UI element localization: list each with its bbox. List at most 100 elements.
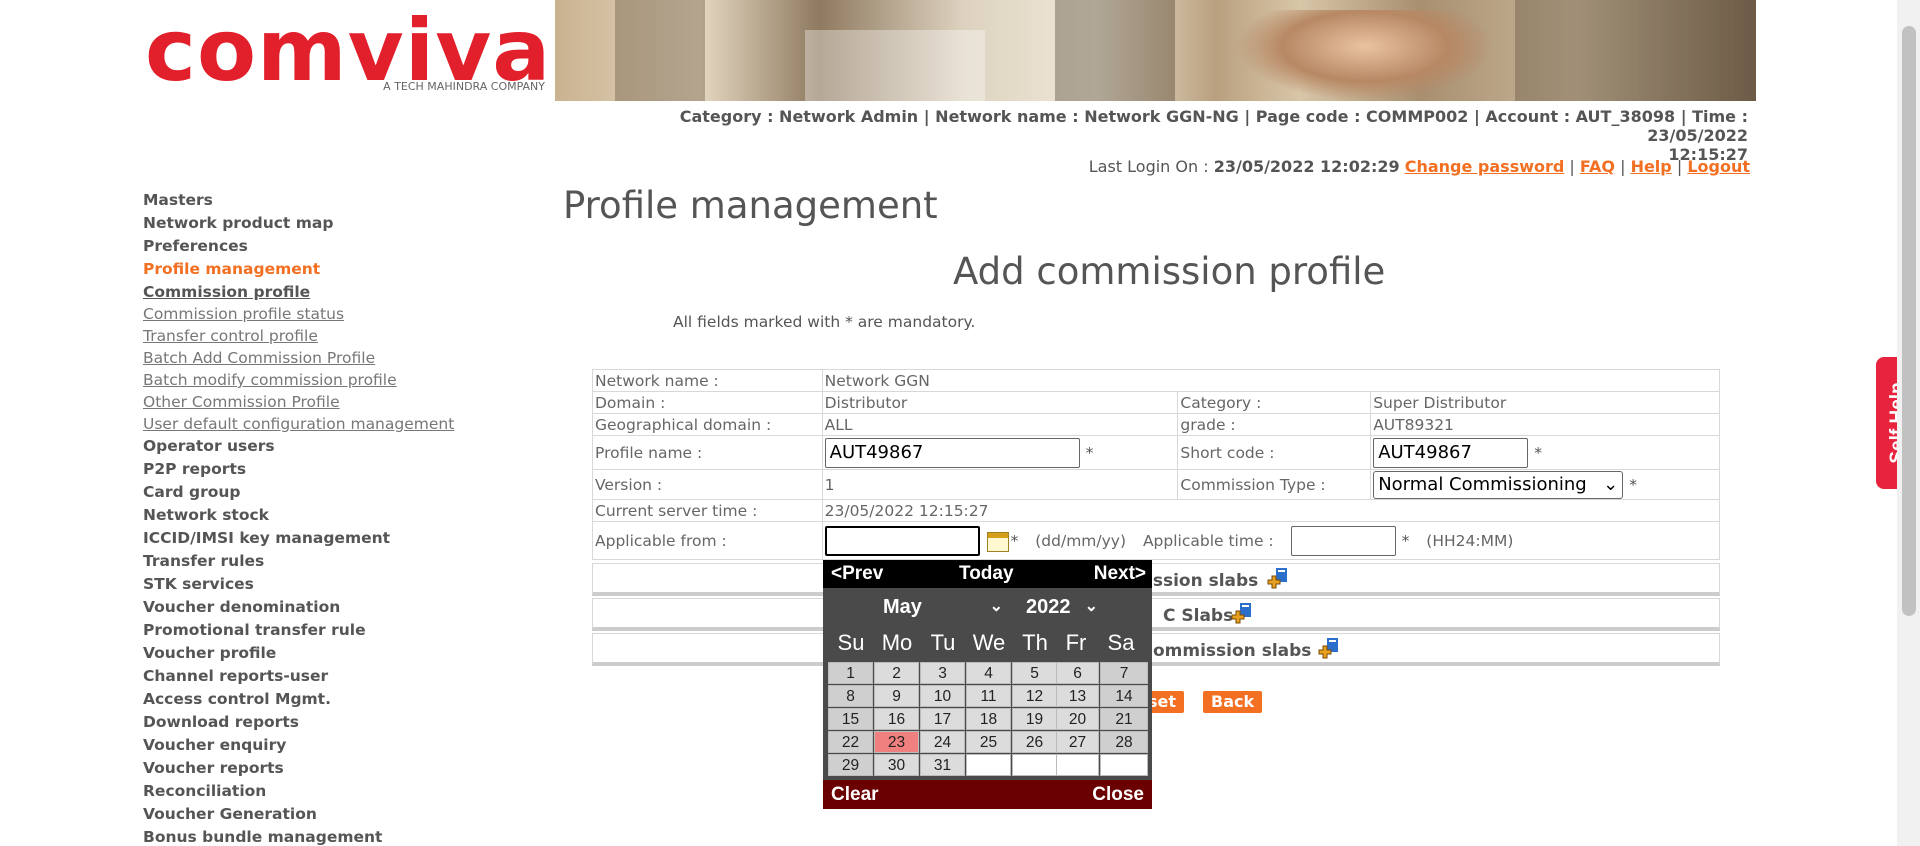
sidebar-subitem-transfer-control-profile[interactable]: Transfer control profile xyxy=(143,325,543,347)
calendar-day[interactable]: 12 xyxy=(1012,685,1057,707)
sidebar-item-transfer-rules[interactable]: Transfer rules xyxy=(143,550,543,573)
calendar-day[interactable]: 15 xyxy=(828,708,873,730)
calendar-day[interactable]: 28 xyxy=(1100,731,1148,753)
calendar-day[interactable]: 4 xyxy=(966,662,1011,684)
page-scrollbar[interactable] xyxy=(1897,0,1920,846)
sidebar-item-profile-management[interactable]: Profile management xyxy=(143,258,543,281)
month-value: May xyxy=(883,596,922,618)
calendar-day[interactable]: 9 xyxy=(874,685,919,707)
sidebar-subitem-user-default-configuration[interactable]: User default configuration management xyxy=(143,413,543,435)
sidebar-item-stk-services[interactable]: STK services xyxy=(143,573,543,596)
form-title: Add commission profile xyxy=(953,250,1386,293)
calendar-clear-button[interactable]: Clear xyxy=(831,784,879,806)
sidebar-item-bonus-bundle-management[interactable]: Bonus bundle management xyxy=(143,826,543,846)
calendar-day[interactable]: 29 xyxy=(828,754,873,776)
calendar-day[interactable]: 16 xyxy=(874,708,919,730)
header-banner-image xyxy=(555,0,1756,101)
sidebar-item-preferences[interactable]: Preferences xyxy=(143,235,543,258)
chevron-down-icon: ⌄ xyxy=(1603,474,1619,495)
calendar-day[interactable]: 30 xyxy=(874,754,919,776)
calendar-icon[interactable] xyxy=(986,531,1009,552)
calendar-day[interactable]: 1 xyxy=(828,662,873,684)
add-slab-icon[interactable] xyxy=(1266,567,1292,593)
sidebar-subitem-batch-modify-commission-profile[interactable]: Batch modify commission profile xyxy=(143,369,543,391)
page-title: Profile management xyxy=(563,184,938,227)
session-info-line1: Category : Network Admin | Network name … xyxy=(679,107,1748,145)
calendar-day[interactable]: 21 xyxy=(1100,708,1148,730)
add-slab-icon[interactable] xyxy=(1317,637,1343,663)
calendar-day[interactable]: 19 xyxy=(1012,708,1057,730)
calendar-day[interactable]: 17 xyxy=(920,708,965,730)
calendar-day[interactable]: 23 xyxy=(874,731,919,753)
calendar-day[interactable]: 6 xyxy=(1056,662,1099,684)
calendar-close-button[interactable]: Close xyxy=(1092,784,1144,806)
calendar-day[interactable]: 7 xyxy=(1100,662,1148,684)
month-select[interactable]: May ⌄ xyxy=(883,596,1011,622)
applicable-from-label: Applicable from : xyxy=(592,521,823,560)
calendar-day[interactable]: 31 xyxy=(920,754,965,776)
scrollbar-thumb[interactable] xyxy=(1902,26,1916,616)
faq-link[interactable]: FAQ xyxy=(1580,157,1615,176)
calendar-day[interactable]: 22 xyxy=(828,731,873,753)
profile-name-input[interactable] xyxy=(824,437,1080,468)
applicable-from-input[interactable] xyxy=(824,525,980,556)
sidebar-subitem-other-commission-profile[interactable]: Other Commission Profile xyxy=(143,391,543,413)
page-root: comviva A TECH MAHINDRA COMPANY Category… xyxy=(0,0,1920,846)
domain-value: Distributor xyxy=(821,391,1179,414)
sidebar-item-operator-users[interactable]: Operator users xyxy=(143,435,543,458)
sidebar-item-voucher-denomination[interactable]: Voucher denomination xyxy=(143,596,543,619)
calendar-day[interactable]: 27 xyxy=(1056,731,1099,753)
change-password-link[interactable]: Change password xyxy=(1405,157,1565,176)
other-commission-slabs-row: ommission slabs xyxy=(592,633,1720,666)
logout-link[interactable]: Logout xyxy=(1687,157,1750,176)
applicable-time-input[interactable] xyxy=(1290,525,1396,556)
sidebar-item-voucher-generation[interactable]: Voucher Generation xyxy=(143,803,543,826)
sidebar-item-download-reports[interactable]: Download reports xyxy=(143,711,543,734)
calendar-next-button[interactable]: Next> xyxy=(1094,563,1146,585)
short-code-input[interactable] xyxy=(1373,437,1529,468)
calendar-day[interactable]: 3 xyxy=(920,662,965,684)
calendar-day[interactable]: 5 xyxy=(1012,662,1057,684)
sidebar-item-voucher-profile[interactable]: Voucher profile xyxy=(143,642,543,665)
calendar-day[interactable]: 25 xyxy=(966,731,1011,753)
sidebar-subitem-commission-profile[interactable]: Commission profile xyxy=(143,281,543,303)
sidebar-item-network-stock[interactable]: Network stock xyxy=(143,504,543,527)
sidebar-item-promotional-transfer-rule[interactable]: Promotional transfer rule xyxy=(143,619,543,642)
calendar-day[interactable]: 18 xyxy=(966,708,1011,730)
year-select[interactable]: 2022 ⌄ xyxy=(1026,596,1106,622)
profile-name-label: Profile name : xyxy=(592,435,823,470)
chevron-down-icon: ⌄ xyxy=(989,598,1003,615)
calendar-day[interactable]: 24 xyxy=(920,731,965,753)
sidebar-item-access-control[interactable]: Access control Mgmt. xyxy=(143,688,543,711)
sidebar-item-voucher-enquiry[interactable]: Voucher enquiry xyxy=(143,734,543,757)
sidebar-item-p2p-reports[interactable]: P2P reports xyxy=(143,458,543,481)
calendar-day[interactable]: 13 xyxy=(1056,685,1099,707)
sidebar-item-masters[interactable]: Masters xyxy=(143,189,543,212)
back-button[interactable]: Back xyxy=(1203,691,1263,713)
calendar-day[interactable]: 10 xyxy=(920,685,965,707)
help-link[interactable]: Help xyxy=(1631,157,1672,176)
calendar-day[interactable]: 20 xyxy=(1056,708,1099,730)
add-slab-icon[interactable] xyxy=(1230,602,1256,628)
sidebar-subitem-batch-add-commission-profile[interactable]: Batch Add Commission Profile xyxy=(143,347,543,369)
sidebar-menu: Masters Network product map Preferences … xyxy=(143,189,543,846)
calendar-day[interactable]: 14 xyxy=(1100,685,1148,707)
sidebar-item-network-product-map[interactable]: Network product map xyxy=(143,212,543,235)
sidebar-item-channel-reports-user[interactable]: Channel reports-user xyxy=(143,665,543,688)
mandatory-note: All fields marked with * are mandatory. xyxy=(673,313,976,331)
commission-type-select[interactable]: Normal Commissioning ⌄ xyxy=(1373,470,1624,499)
calendar-day[interactable]: 11 xyxy=(966,685,1011,707)
calendar-today-button[interactable]: Today xyxy=(959,563,1014,585)
weekday-label: Sa xyxy=(1107,630,1135,655)
calendar-day[interactable]: 26 xyxy=(1012,731,1057,753)
calendar-day[interactable]: 8 xyxy=(828,685,873,707)
sidebar-item-reconciliation[interactable]: Reconciliation xyxy=(143,780,543,803)
sidebar-item-voucher-reports[interactable]: Voucher reports xyxy=(143,757,543,780)
sidebar-item-iccid-imsi[interactable]: ICCID/IMSI key management xyxy=(143,527,543,550)
calendar-day[interactable]: 2 xyxy=(874,662,919,684)
sidebar-item-card-group[interactable]: Card group xyxy=(143,481,543,504)
geo-domain-label: Geographical domain : xyxy=(592,413,823,436)
sidebar-subitem-commission-profile-status[interactable]: Commission profile status xyxy=(143,303,543,325)
calendar-prev-button[interactable]: <Prev xyxy=(831,563,883,585)
calendar-empty-cell xyxy=(1100,754,1148,776)
